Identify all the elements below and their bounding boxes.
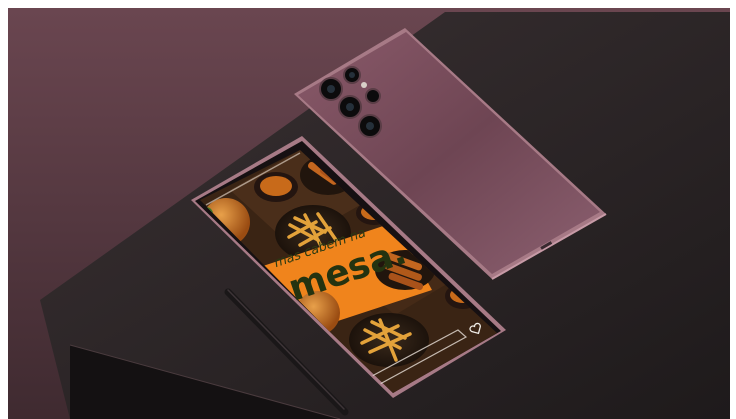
flash-icon bbox=[361, 82, 367, 88]
fries-bowl bbox=[349, 313, 429, 367]
product-photo-scene: mas cabem na mesa. bbox=[0, 0, 736, 419]
camera-lens-icon bbox=[365, 88, 381, 104]
